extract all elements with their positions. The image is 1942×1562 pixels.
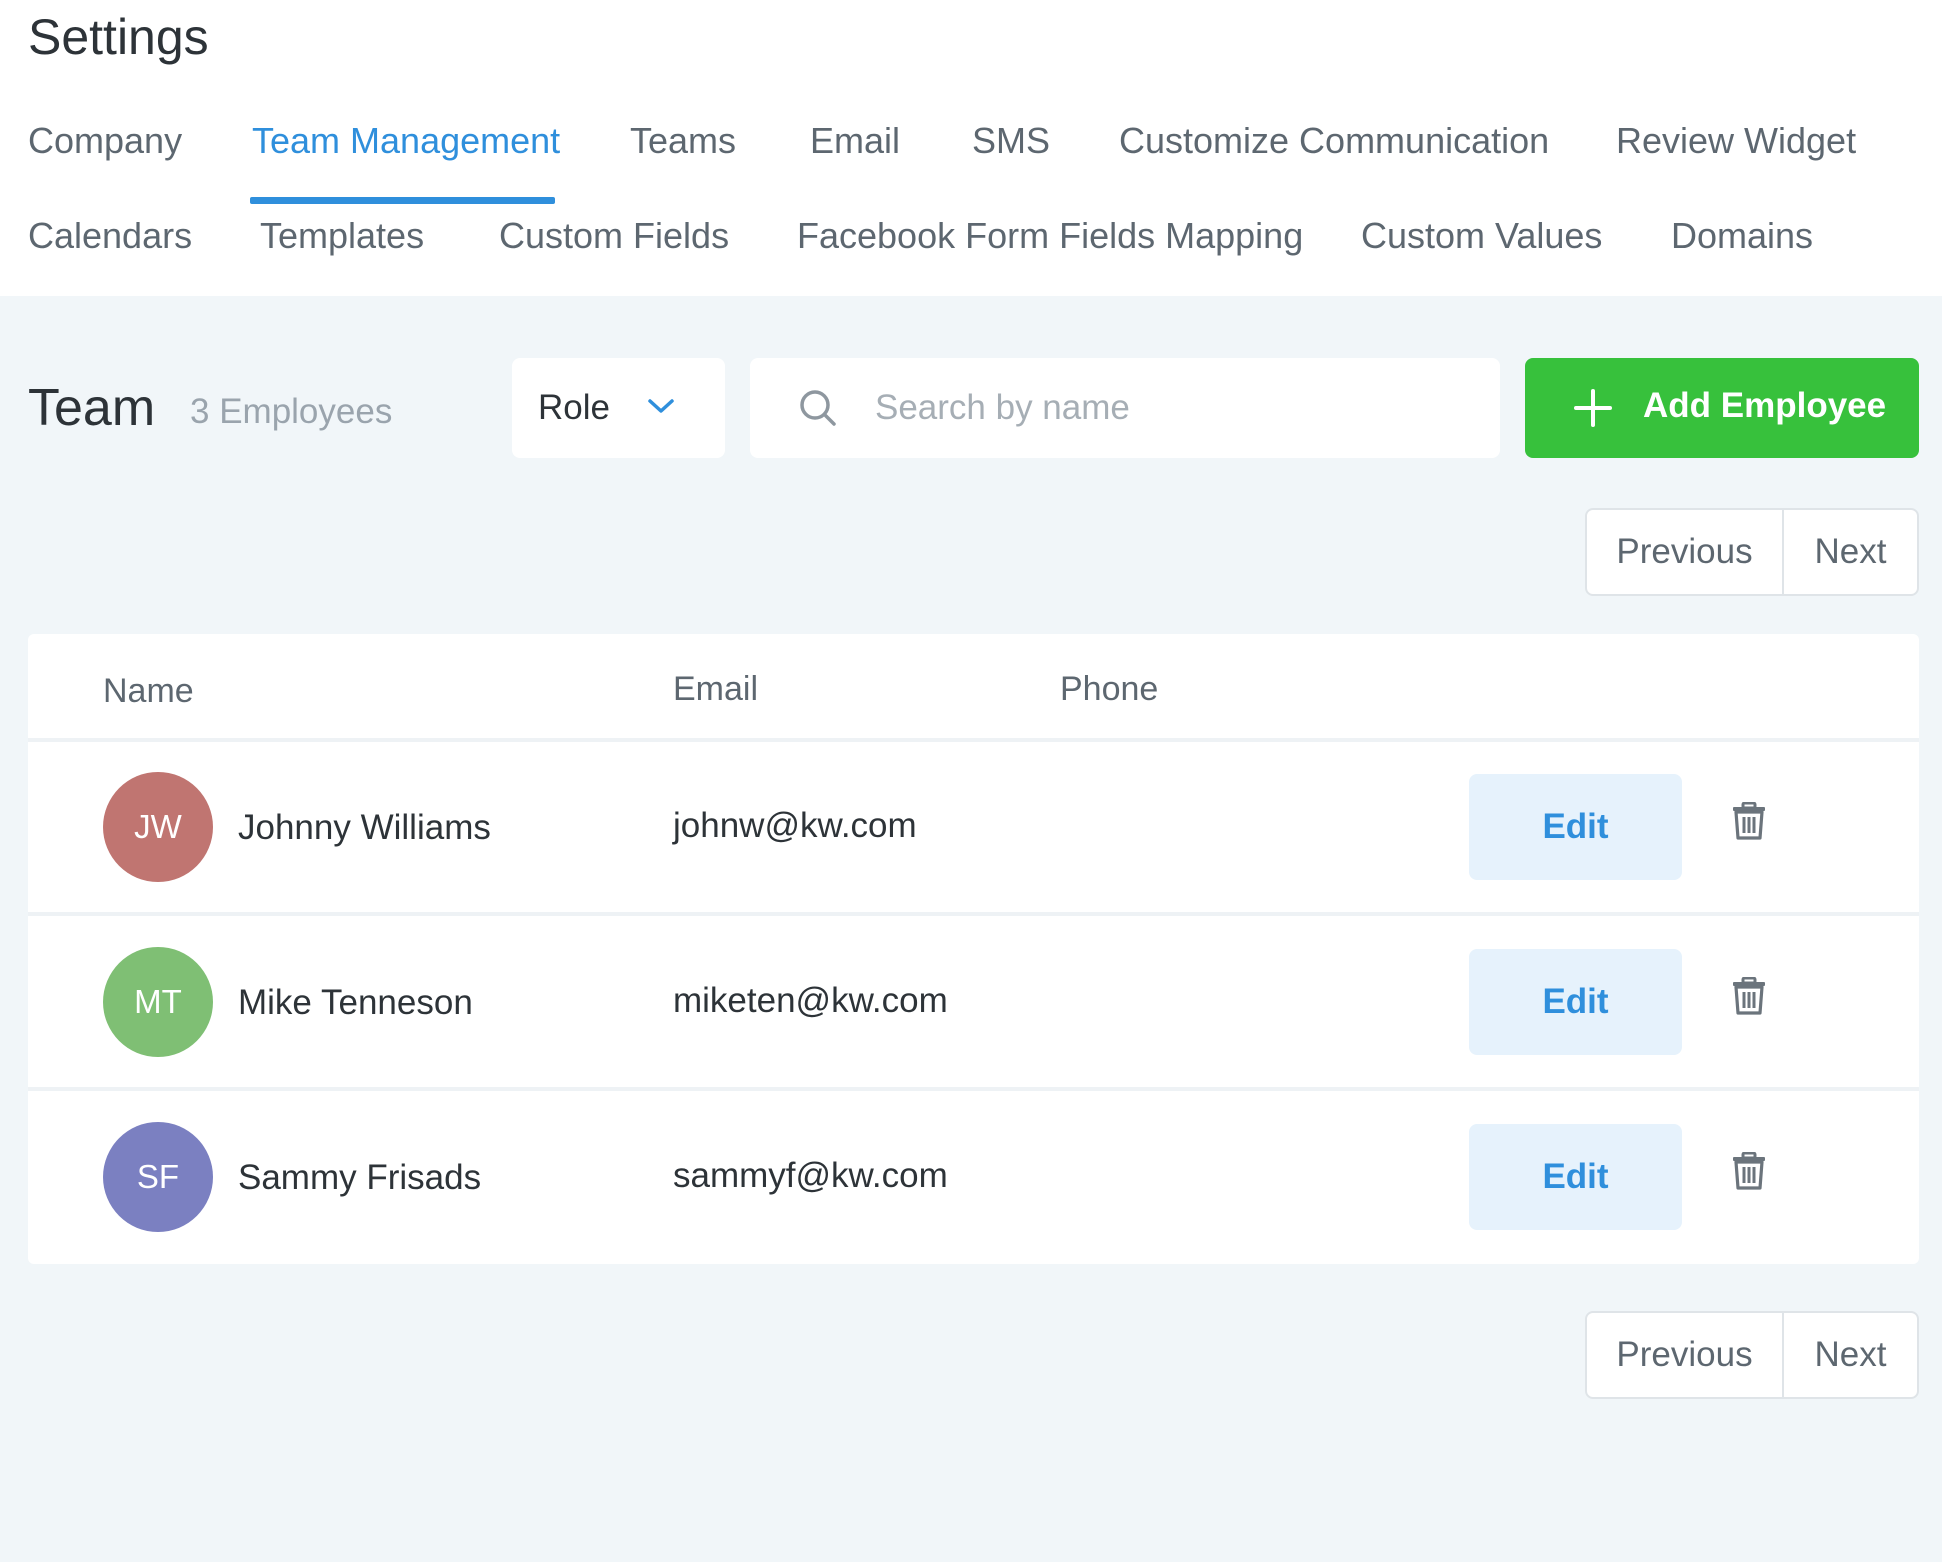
employee-email: miketen@kw.com	[673, 981, 948, 1020]
role-filter-dropdown[interactable]: Role	[512, 358, 725, 458]
tab-templates[interactable]: Templates	[260, 215, 424, 257]
role-filter-label: Role	[538, 388, 610, 427]
avatar: JW	[103, 772, 213, 882]
employee-name: Mike Tenneson	[238, 983, 473, 1022]
search-input[interactable]	[875, 380, 1475, 436]
column-header-name: Name	[103, 672, 194, 710]
table-row: JW Johnny Williams johnw@kw.com Edit	[28, 742, 1919, 912]
trash-icon[interactable]	[1731, 1151, 1767, 1195]
column-header-email: Email	[673, 670, 759, 708]
tab-team-management[interactable]: Team Management	[252, 120, 560, 162]
previous-page-button[interactable]: Previous	[1587, 510, 1784, 594]
edit-button[interactable]: Edit	[1469, 1124, 1682, 1230]
employee-email: sammyf@kw.com	[673, 1156, 948, 1195]
employee-name: Johnny Williams	[238, 808, 491, 847]
tab-facebook-form-fields-mapping[interactable]: Facebook Form Fields Mapping	[797, 215, 1303, 257]
avatar: SF	[103, 1122, 213, 1232]
tab-review-widget[interactable]: Review Widget	[1616, 120, 1856, 162]
row-divider	[28, 912, 1919, 916]
next-page-button[interactable]: Next	[1784, 510, 1917, 594]
tab-sms[interactable]: SMS	[972, 120, 1050, 162]
employee-name: Sammy Frisads	[238, 1158, 482, 1197]
table-row: MT Mike Tenneson miketen@kw.com Edit	[28, 917, 1919, 1087]
trash-icon[interactable]	[1731, 801, 1767, 845]
search-icon	[798, 388, 838, 433]
pagination-bottom: Previous Next	[1585, 1311, 1919, 1399]
previous-page-button[interactable]: Previous	[1587, 1313, 1784, 1397]
avatar: MT	[103, 947, 213, 1057]
settings-header: Settings Company Team Management Teams E…	[0, 0, 1942, 296]
next-page-button[interactable]: Next	[1784, 1313, 1917, 1397]
employee-table: Name Email Phone JW Johnny Williams john…	[28, 634, 1919, 1264]
plus-icon	[1573, 388, 1613, 431]
edit-button[interactable]: Edit	[1469, 774, 1682, 880]
active-tab-indicator	[250, 197, 555, 204]
table-row: SF Sammy Frisads sammyf@kw.com Edit	[28, 1092, 1919, 1262]
add-employee-label: Add Employee	[1643, 386, 1887, 425]
tab-teams[interactable]: Teams	[630, 120, 736, 162]
chevron-down-icon	[646, 396, 676, 421]
pagination-top: Previous Next	[1585, 508, 1919, 596]
employee-email: johnw@kw.com	[673, 806, 917, 845]
tab-email[interactable]: Email	[810, 120, 900, 162]
tab-custom-fields[interactable]: Custom Fields	[499, 215, 729, 257]
edit-button[interactable]: Edit	[1469, 949, 1682, 1055]
tab-custom-values[interactable]: Custom Values	[1361, 215, 1602, 257]
tab-calendars[interactable]: Calendars	[28, 215, 192, 257]
trash-icon[interactable]	[1731, 976, 1767, 1020]
column-header-phone: Phone	[1060, 670, 1159, 708]
add-employee-button[interactable]: Add Employee	[1525, 358, 1919, 458]
team-title: Team	[28, 379, 156, 437]
tab-customize-communication[interactable]: Customize Communication	[1119, 120, 1549, 162]
row-divider	[28, 1087, 1919, 1091]
search-box	[750, 358, 1500, 458]
employee-count: 3 Employees	[190, 392, 393, 431]
tab-company[interactable]: Company	[28, 120, 182, 162]
tab-domains[interactable]: Domains	[1671, 215, 1813, 257]
page-title: Settings	[28, 9, 209, 65]
